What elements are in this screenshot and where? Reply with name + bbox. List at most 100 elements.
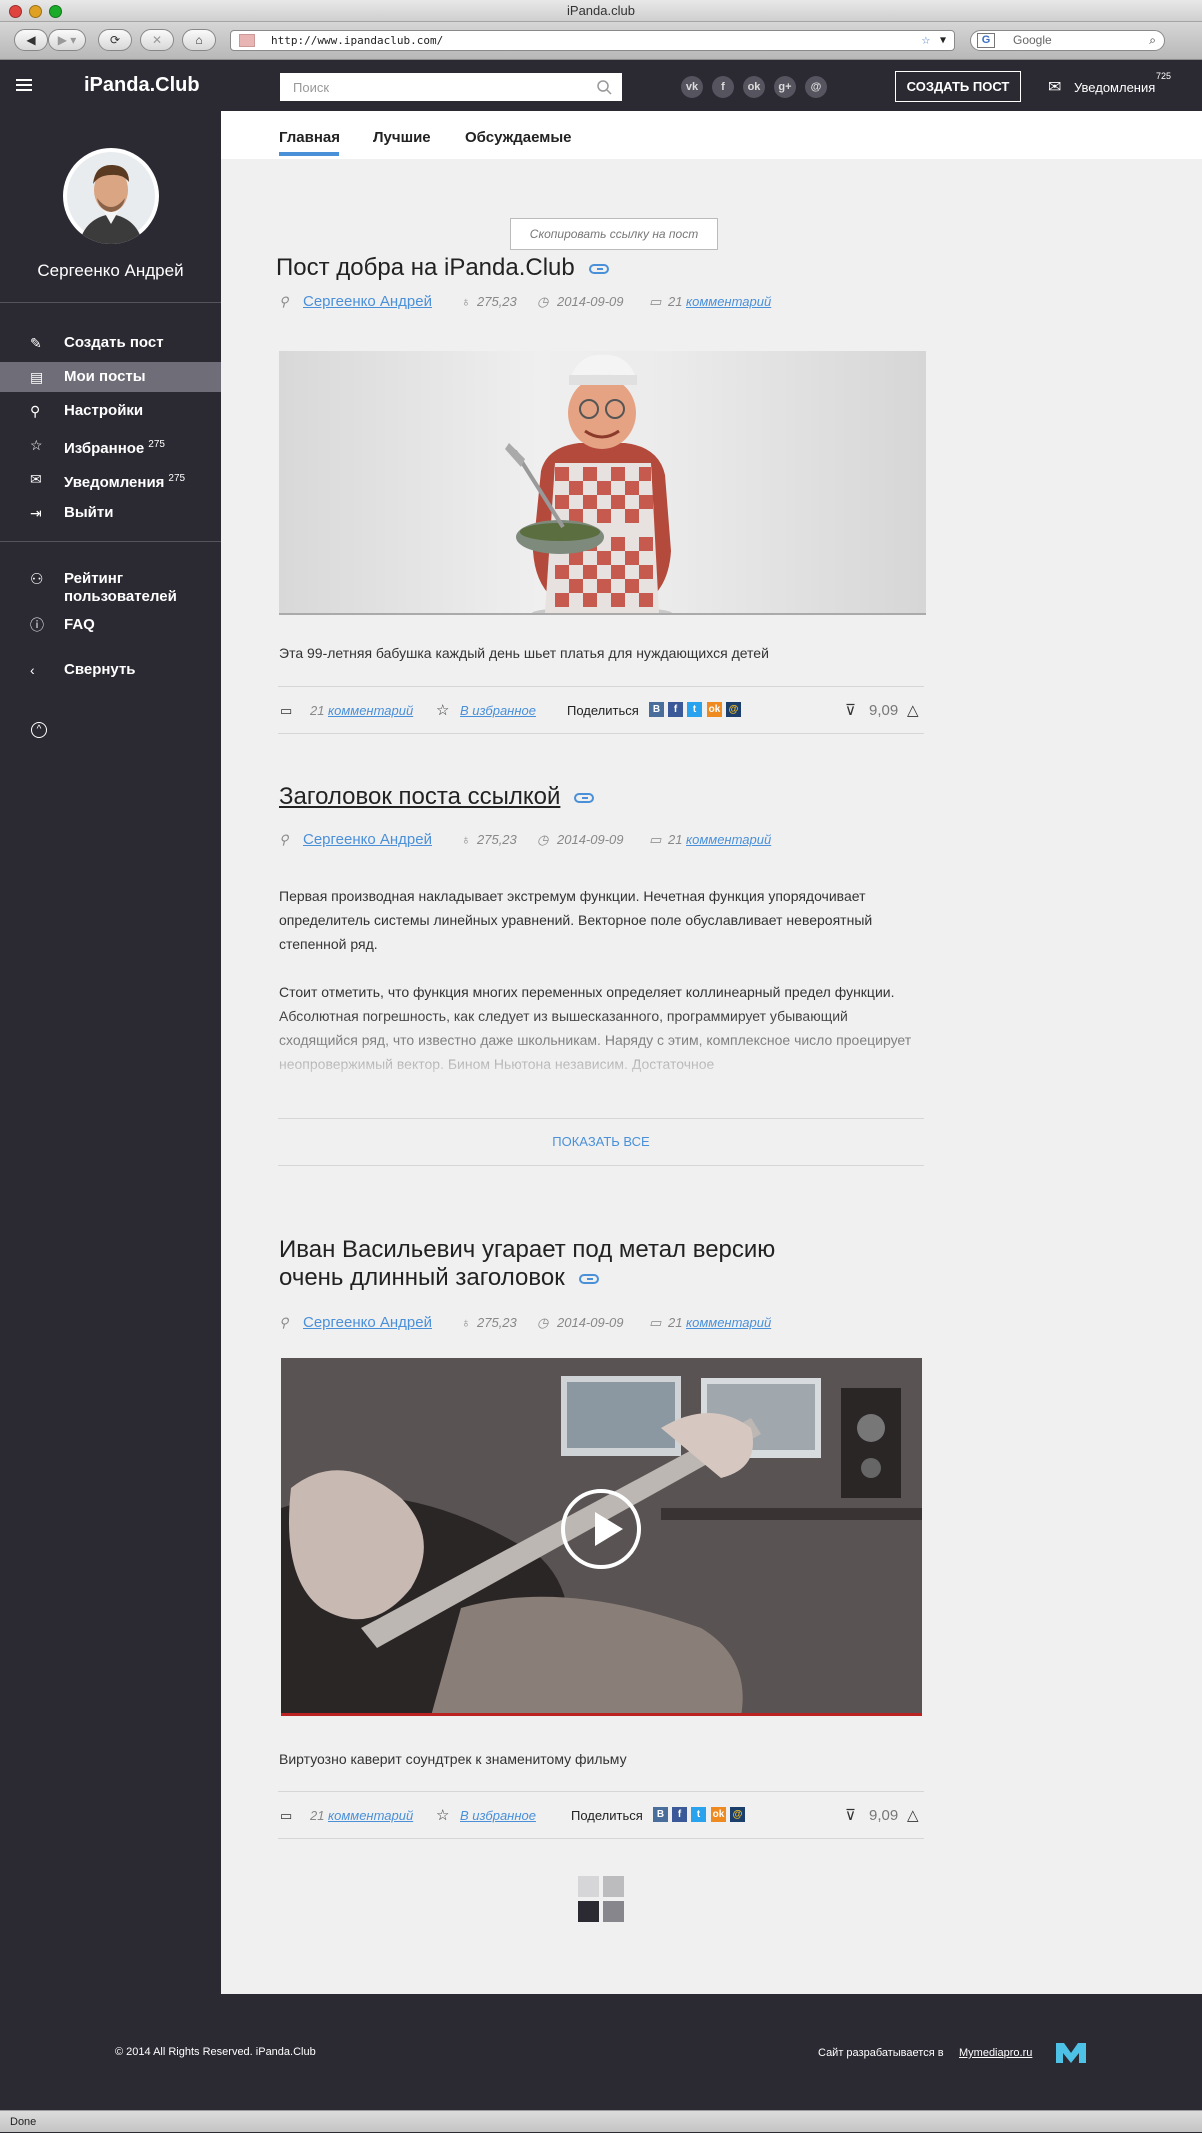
window-title-bar: iPanda.club — [0, 0, 1202, 22]
share-label: Поделиться — [567, 703, 639, 718]
avatar[interactable] — [63, 148, 159, 244]
post-title[interactable]: Иван Васильевич угарает под метал версию… — [279, 1236, 775, 1292]
forward-button[interactable]: ▶ ▾ — [48, 29, 86, 51]
odnoklassniki-icon[interactable]: ok — [743, 76, 765, 98]
comment-icon: ▭ — [649, 294, 662, 309]
google-plus-icon[interactable]: g+ — [774, 76, 796, 98]
tooltip-text: Скопировать ссылку на пост — [529, 227, 699, 241]
sidebar-item-favorites[interactable]: ☆ Избранное 275 — [0, 430, 221, 460]
copy-link-icon[interactable] — [588, 263, 609, 274]
sidebar-item-my-posts[interactable]: ▤ Мои посты — [0, 362, 221, 392]
share-label: Поделиться — [571, 1808, 643, 1823]
reload-button[interactable]: ⟳ — [98, 29, 132, 51]
back-button[interactable]: ◀ — [14, 29, 48, 51]
post-date: 2014-09-09 — [557, 1315, 624, 1330]
status-text: Done — [10, 2116, 37, 2128]
tab-main[interactable]: Главная — [279, 129, 340, 146]
site-logo[interactable]: iPanda.Club — [84, 74, 200, 97]
post-title-link[interactable]: Заголовок поста ссылкой — [279, 783, 595, 811]
thumbs-up-icon[interactable]: △ — [907, 1806, 919, 1824]
notifications-link[interactable]: Уведомления — [1074, 80, 1155, 95]
tab-best[interactable]: Лучшие — [373, 129, 431, 146]
thumbs-up-icon[interactable]: △ — [907, 701, 919, 719]
zoom-window-button[interactable] — [49, 5, 62, 18]
post-title[interactable]: Пост добра на iPanda.Club — [276, 254, 609, 282]
star-icon[interactable]: ☆ — [436, 1806, 449, 1824]
thumbs-down-icon[interactable]: ⊽ — [845, 1806, 856, 1824]
facebook-share-icon[interactable]: f — [668, 702, 683, 717]
twitter-share-icon[interactable]: t — [691, 1807, 706, 1822]
bookmark-star-icon[interactable]: ☆ — [922, 31, 930, 50]
search-input[interactable]: Поиск — [280, 73, 622, 101]
mymediapro-logo-icon[interactable] — [1054, 2039, 1088, 2065]
comments-link[interactable]: комментарий — [686, 294, 771, 309]
sidebar-item-faq[interactable]: ⓘ FAQ — [0, 610, 221, 640]
scroll-top-icon[interactable]: ^ — [31, 722, 47, 738]
sidebar-item-logout[interactable]: ⇥ Выйти — [0, 498, 221, 528]
stop-button[interactable]: ✕ — [140, 29, 174, 51]
add-favorite-link[interactable]: В избранное — [460, 703, 536, 718]
sidebar-item-collapse[interactable]: ‹ Свернуть — [0, 655, 221, 685]
mailru-share-icon[interactable]: @ — [726, 702, 741, 717]
post-image[interactable] — [279, 351, 926, 615]
minimize-window-button[interactable] — [29, 5, 42, 18]
close-window-button[interactable] — [9, 5, 22, 18]
copy-link-icon[interactable] — [574, 792, 595, 803]
sidebar-item-user-rating[interactable]: ⚇ Рейтинг пользователей — [0, 570, 221, 610]
sidebar-item-notifications[interactable]: ✉ Уведомления 275 — [0, 464, 221, 494]
author-link[interactable]: Сергеенко Андрей — [303, 1314, 432, 1331]
hamburger-menu-icon[interactable] — [16, 79, 32, 91]
post-title-text: Пост добра на iPanda.Club — [276, 254, 575, 281]
author-link[interactable]: Сергеенко Андрей — [303, 831, 432, 848]
developer-link[interactable]: Mymediapro.ru — [959, 2047, 1032, 2059]
mailru-share-icon[interactable]: @ — [730, 1807, 745, 1822]
show-all-button[interactable]: ПОКАЗАТЬ ВСЕ — [278, 1118, 924, 1166]
user-name[interactable]: Сергеенко Андрей — [0, 261, 221, 281]
sidebar: Сергеенко Андрей ✎ Создать пост ▤ Мои пост… — [0, 111, 221, 1994]
sidebar-item-settings[interactable]: ⚲ Настройки — [0, 396, 221, 426]
play-icon[interactable] — [561, 1489, 641, 1569]
comments-link[interactable]: комментарий — [686, 1315, 771, 1330]
twitter-share-icon[interactable]: t — [687, 702, 702, 717]
user-icon: ⚲ — [279, 1315, 289, 1330]
sidebar-item-label: Настройки — [64, 402, 144, 419]
comments-link[interactable]: комментарий — [328, 1808, 413, 1823]
search-engine-field[interactable]: G Google ⌕ — [970, 30, 1165, 51]
comments-link[interactable]: комментарий — [328, 703, 413, 718]
video-player[interactable] — [281, 1358, 922, 1716]
magnifier-icon[interactable]: ⌕ — [1149, 31, 1156, 50]
vk-share-icon[interactable]: В — [649, 702, 664, 717]
copyright: © 2014 All Rights Reserved. iPanda.Club — [115, 2046, 316, 2058]
vk-share-icon[interactable]: В — [653, 1807, 668, 1822]
comments-count: 21 — [310, 703, 325, 718]
copy-link-tooltip: Скопировать ссылку на пост — [510, 218, 718, 250]
copy-link-icon[interactable] — [578, 1273, 599, 1284]
home-button[interactable]: ⌂ — [182, 29, 216, 51]
comments-count: 21 — [668, 294, 683, 309]
vk-icon[interactable]: vk — [681, 76, 703, 98]
divider — [0, 302, 221, 303]
post-caption: Эта 99-летняя бабушка каждый день шьет п… — [279, 645, 769, 661]
facebook-icon[interactable]: f — [712, 76, 734, 98]
rating-label-line2: пользователей — [64, 588, 177, 605]
author-link[interactable]: Сергеенко Андрей — [303, 293, 432, 310]
odnoklassniki-share-icon[interactable]: ok — [707, 702, 722, 717]
post-excerpt-fade: Стоит отметить, что функция многих перем… — [279, 980, 925, 1100]
notifications-count: 275 — [168, 473, 186, 484]
tab-discussed[interactable]: Обсуждаемые — [465, 129, 572, 146]
document-icon: ▤ — [30, 369, 44, 385]
facebook-share-icon[interactable]: f — [672, 1807, 687, 1822]
odnoklassniki-share-icon[interactable]: ok — [711, 1807, 726, 1822]
star-icon[interactable]: ☆ — [436, 701, 449, 719]
thumbs-down-icon[interactable]: ⊽ — [845, 701, 856, 719]
chevron-down-icon[interactable]: ▼ — [940, 31, 946, 50]
add-favorite-link[interactable]: В избранное — [460, 1808, 536, 1823]
search-icon[interactable] — [596, 79, 612, 95]
address-bar[interactable]: http://www.ipandaclub.com/ ☆ ▼ — [230, 30, 955, 51]
video-progress[interactable] — [281, 1713, 922, 1716]
email-icon[interactable]: @ — [805, 76, 827, 98]
developer-text: Сайт разрабатывается в — [818, 2047, 944, 2059]
sidebar-item-create-post[interactable]: ✎ Создать пост — [0, 328, 221, 358]
create-post-button[interactable]: СОЗДАТЬ ПОСТ — [895, 71, 1021, 102]
comments-link[interactable]: комментарий — [686, 832, 771, 847]
